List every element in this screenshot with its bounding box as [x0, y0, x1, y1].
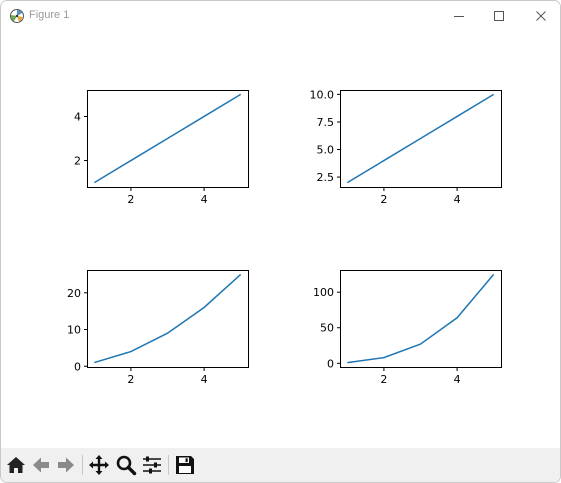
- subplot-1: 2 4 2 4: [74, 90, 249, 206]
- toolbar-separator: [168, 455, 169, 475]
- minimize-button[interactable]: [437, 1, 481, 31]
- axes-frame: [87, 270, 249, 368]
- toolbar-separator: [82, 455, 83, 475]
- navigation-toolbar: [1, 448, 560, 482]
- y-tick-label: 10.0: [310, 88, 335, 101]
- back-button[interactable]: [29, 453, 53, 477]
- y-tick-label: 20: [67, 287, 81, 300]
- configure-subplots-button[interactable]: [140, 453, 164, 477]
- figure-canvas[interactable]: 2 4 2 4 2 4 2.5 5.0 7.5 10.0 2 4 0 10 20 2 4 0 50 100: [1, 31, 560, 448]
- matplotlib-logo-icon: [10, 9, 24, 23]
- home-icon: [7, 457, 25, 473]
- sliders-icon: [143, 456, 161, 474]
- save-button[interactable]: [173, 453, 197, 477]
- zoom-button[interactable]: [114, 453, 138, 477]
- subplot-2: 2 4 2.5 5.0 7.5 10.0: [310, 88, 502, 206]
- window-title: Figure 1: [29, 9, 70, 21]
- zoom-magnifier-icon: [116, 455, 137, 476]
- home-button[interactable]: [4, 453, 28, 477]
- y-tick-label: 4: [74, 110, 81, 123]
- x-tick-label: 4: [454, 193, 461, 206]
- x-tick-label: 4: [454, 373, 461, 386]
- figure-window: Figure 1 2 4 2 4 2 4 2.5 5.0 7.5 10.0 2 4 0 10 20 2 4 0 50…: [0, 0, 561, 483]
- y-tick-label: 2.5: [317, 171, 335, 184]
- y-tick-label: 0: [327, 357, 334, 370]
- series-line: [94, 273, 242, 364]
- x-tick-label: 2: [127, 373, 134, 386]
- back-arrow-icon: [33, 457, 49, 473]
- x-tick-label: 4: [201, 373, 208, 386]
- floppy-save-icon: [176, 456, 194, 474]
- series-line: [347, 273, 495, 364]
- y-tick-label: 7.5: [317, 116, 335, 129]
- maximize-button[interactable]: [477, 1, 521, 31]
- subplot-4: 2 4 0 50 100: [313, 270, 502, 386]
- y-tick-label: 0: [74, 360, 81, 373]
- close-button[interactable]: [519, 1, 560, 31]
- y-tick-label: 5.0: [317, 144, 335, 157]
- y-tick-label: 50: [320, 322, 334, 335]
- y-tick-label: 2: [74, 155, 81, 168]
- y-tick-label: 100: [313, 286, 334, 299]
- figure-svg: 2 4 2 4 2 4 2.5 5.0 7.5 10.0 2 4 0 10 20 2 4 0 50 100: [67, 88, 502, 386]
- axes-frame: [340, 270, 502, 368]
- x-tick-label: 2: [127, 193, 134, 206]
- minimize-icon: [454, 16, 464, 17]
- maximize-icon: [494, 11, 504, 21]
- forward-button[interactable]: [54, 453, 78, 477]
- subplot-3: 2 4 0 10 20: [67, 270, 249, 386]
- title-bar[interactable]: Figure 1: [1, 1, 560, 31]
- x-tick-label: 2: [380, 373, 387, 386]
- forward-arrow-icon: [58, 457, 74, 473]
- pan-button[interactable]: [87, 453, 111, 477]
- pan-move-icon: [89, 455, 109, 475]
- x-tick-label: 2: [380, 193, 387, 206]
- close-icon: [536, 11, 546, 21]
- x-tick-label: 4: [201, 193, 208, 206]
- y-tick-label: 10: [67, 324, 81, 337]
